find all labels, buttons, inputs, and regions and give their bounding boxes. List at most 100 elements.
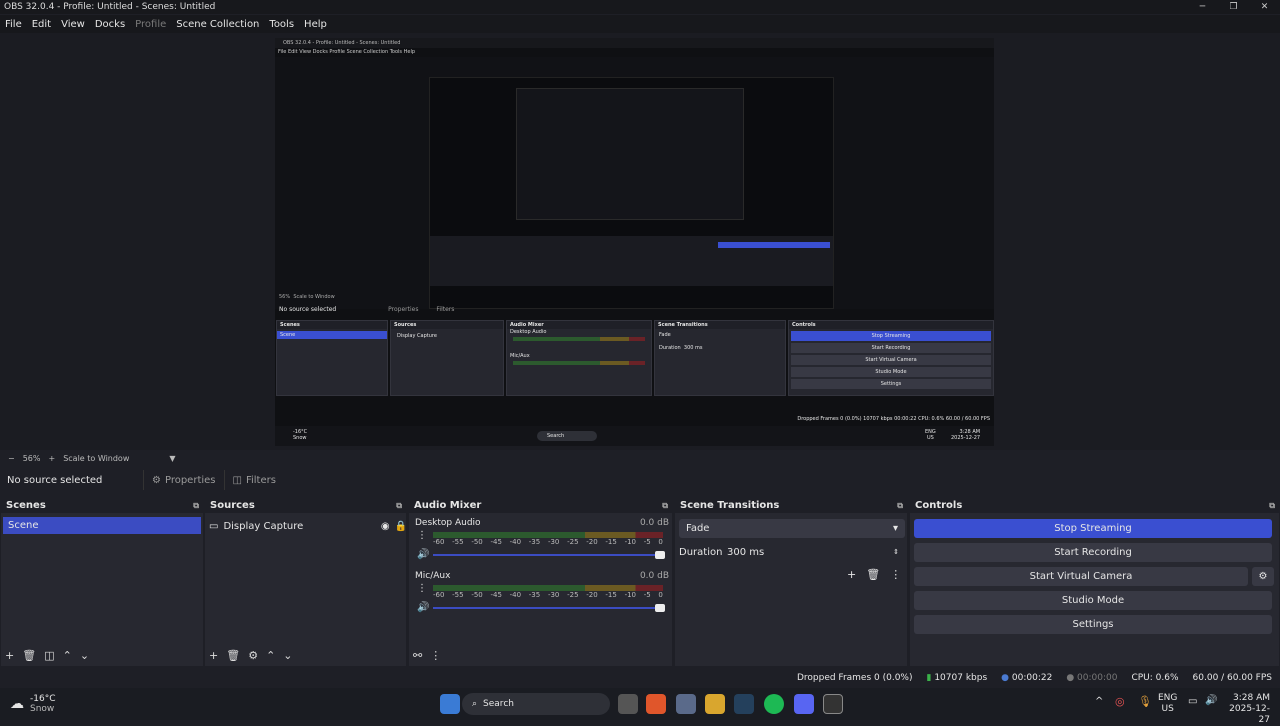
volume-slider[interactable]: [433, 604, 665, 612]
task-view-icon[interactable]: [618, 694, 638, 714]
dock-icon[interactable]: ⧉: [897, 501, 903, 511]
slider-handle[interactable]: [655, 551, 665, 559]
menu-docks[interactable]: Docks: [90, 19, 130, 30]
dock-icon[interactable]: ⧉: [193, 501, 199, 511]
nested-preview: [275, 57, 994, 309]
slider-handle[interactable]: [655, 604, 665, 612]
preview-canvas[interactable]: OBS 32.0.4 - Profile: Untitled - Scenes:…: [275, 38, 994, 446]
menu-help[interactable]: Help: [299, 19, 332, 30]
scene-item[interactable]: Scene: [3, 517, 201, 534]
nested-zoom: 56% Scale to Window: [279, 294, 335, 300]
duration-label: Duration: [679, 547, 723, 558]
menu-tools[interactable]: Tools: [264, 19, 299, 30]
filters-button[interactable]: ◫ Filters: [223, 470, 284, 490]
source-item[interactable]: ▭ Display Capture ◉ 🔒: [209, 518, 407, 534]
audio-mixer-header: Audio Mixer: [414, 500, 482, 511]
filter-icon: ◫: [232, 474, 242, 486]
channel-name: Mic/Aux: [415, 571, 451, 581]
chevron-down-icon[interactable]: ▼: [169, 454, 175, 463]
channel-name: Desktop Audio: [415, 518, 481, 528]
kebab-menu-icon[interactable]: ⋮: [890, 568, 901, 581]
settings-button[interactable]: Settings: [914, 615, 1272, 634]
audio-channel-desktop: Desktop Audio 0.0 dB ⋮ -60 -55 -50 -45 -40 -35…: [415, 518, 669, 560]
obs-icon[interactable]: [823, 694, 843, 714]
discord-icon[interactable]: [794, 694, 814, 714]
minimize-icon[interactable]: ─: [1187, 0, 1218, 14]
menu-profile[interactable]: Profile: [130, 19, 171, 30]
transition-select[interactable]: Fade ▾: [679, 519, 905, 538]
lock-icon[interactable]: 🔒: [395, 521, 407, 532]
add-icon[interactable]: +: [209, 649, 218, 662]
move-up-icon[interactable]: ⌃: [266, 649, 275, 662]
link-icon[interactable]: ⚯: [413, 649, 422, 662]
nested-taskbar: -16°C Snow Search ENG US 3:28 AM 2025-12-27: [275, 426, 994, 446]
start-recording-button[interactable]: Start Recording: [914, 543, 1272, 562]
stop-streaming-button[interactable]: Stop Streaming: [914, 519, 1272, 538]
volume-icon[interactable]: 🔊: [1205, 695, 1217, 706]
monitor-icon: ▭: [209, 520, 219, 532]
taskbar: ☁ -16°C Snow ⌕ Search ^ ◎ 🎙 ENG US ▭ 🔊 3:28…: [0, 688, 1280, 725]
gear-icon[interactable]: ⚙: [1252, 567, 1274, 586]
sources-toolbar: + 🗑 ⚙ ⌃ ⌄: [209, 649, 293, 662]
kebab-menu-icon[interactable]: ⋮: [417, 583, 427, 594]
scenes-panel: Scenes ⧉ Scene + 🗑 ◫ ⌃ ⌄: [1, 498, 203, 666]
move-up-icon[interactable]: ⌃: [63, 649, 72, 662]
gear-icon[interactable]: ⚙: [248, 649, 258, 662]
filter-icon[interactable]: ◫: [44, 649, 54, 662]
menu-edit[interactable]: Edit: [27, 19, 56, 30]
trash-icon[interactable]: 🗑: [22, 649, 36, 662]
nested-inner-screen: [516, 88, 744, 220]
properties-button[interactable]: ⚙ Properties: [143, 470, 224, 490]
speaker-icon[interactable]: 🔊: [417, 602, 429, 613]
controls-panel: Controls ⧉ Stop Streaming Start Recording…: [910, 498, 1279, 666]
spotify-icon[interactable]: [764, 694, 784, 714]
add-icon[interactable]: +: [847, 568, 856, 581]
zoom-in-button[interactable]: +: [48, 454, 55, 463]
move-down-icon[interactable]: ⌄: [283, 649, 292, 662]
dock-icon[interactable]: ⧉: [396, 501, 402, 511]
dock-icon[interactable]: ⧉: [662, 501, 668, 511]
chevron-up-icon[interactable]: ^: [1095, 696, 1103, 707]
scenes-header: Scenes: [6, 500, 46, 511]
store-icon[interactable]: [676, 694, 696, 714]
language-indicator[interactable]: ENG US: [1158, 693, 1177, 715]
nested-audio-panel: Audio Mixer Desktop Audio Mic/Aux: [506, 320, 652, 396]
close-icon[interactable]: ✕: [1249, 0, 1280, 14]
add-icon[interactable]: +: [5, 649, 14, 662]
menu-scene-collection[interactable]: Scene Collection: [171, 19, 264, 30]
brave-icon[interactable]: [646, 694, 666, 714]
kebab-menu-icon[interactable]: ⋮: [417, 530, 427, 541]
transition-toolbar: + 🗑 ⋮: [847, 568, 901, 581]
nested-source-bar: No source selected Properties Filters: [279, 306, 455, 313]
folder-icon[interactable]: [705, 694, 725, 714]
app-tray-icon[interactable]: ◎: [1115, 695, 1125, 708]
duration-stepper[interactable]: 300 ms ⇕: [723, 543, 905, 562]
eye-icon[interactable]: ◉: [381, 521, 390, 532]
menu-view[interactable]: View: [56, 19, 90, 30]
windows-start-icon[interactable]: [440, 694, 460, 714]
studio-mode-button[interactable]: Studio Mode: [914, 591, 1272, 610]
trash-icon[interactable]: 🗑: [866, 568, 880, 581]
volume-slider[interactable]: [433, 551, 665, 559]
scale-mode-select[interactable]: Scale to Window: [63, 454, 129, 463]
zoom-value[interactable]: 56%: [23, 454, 41, 463]
menu-file[interactable]: File: [0, 19, 27, 30]
steam-icon[interactable]: [734, 694, 754, 714]
weather-widget[interactable]: ☁ -16°C Snow: [10, 694, 55, 714]
trash-icon[interactable]: 🗑: [226, 649, 240, 662]
spin-icon[interactable]: ⇕: [893, 543, 899, 562]
source-label: Display Capture: [223, 520, 304, 532]
cpu-usage: CPU: 0.6%: [1131, 673, 1179, 683]
move-down-icon[interactable]: ⌄: [80, 649, 89, 662]
microphone-icon[interactable]: 🎙: [1138, 695, 1152, 708]
speaker-icon[interactable]: 🔊: [417, 549, 429, 560]
maximize-icon[interactable]: ❐: [1218, 0, 1249, 14]
start-virtual-camera-button[interactable]: Start Virtual Camera: [914, 567, 1248, 586]
zoom-out-button[interactable]: −: [8, 454, 15, 463]
network-icon[interactable]: ▭: [1188, 696, 1197, 707]
kebab-menu-icon[interactable]: ⋮: [430, 649, 441, 662]
clock[interactable]: 3:28 AM 2025-12-27: [1220, 693, 1270, 726]
nested-status: Dropped Frames 0 (0.0%) 10707 kbps 00:00…: [797, 416, 990, 422]
dock-icon[interactable]: ⧉: [1269, 501, 1275, 511]
search-box[interactable]: ⌕ Search: [462, 693, 610, 715]
